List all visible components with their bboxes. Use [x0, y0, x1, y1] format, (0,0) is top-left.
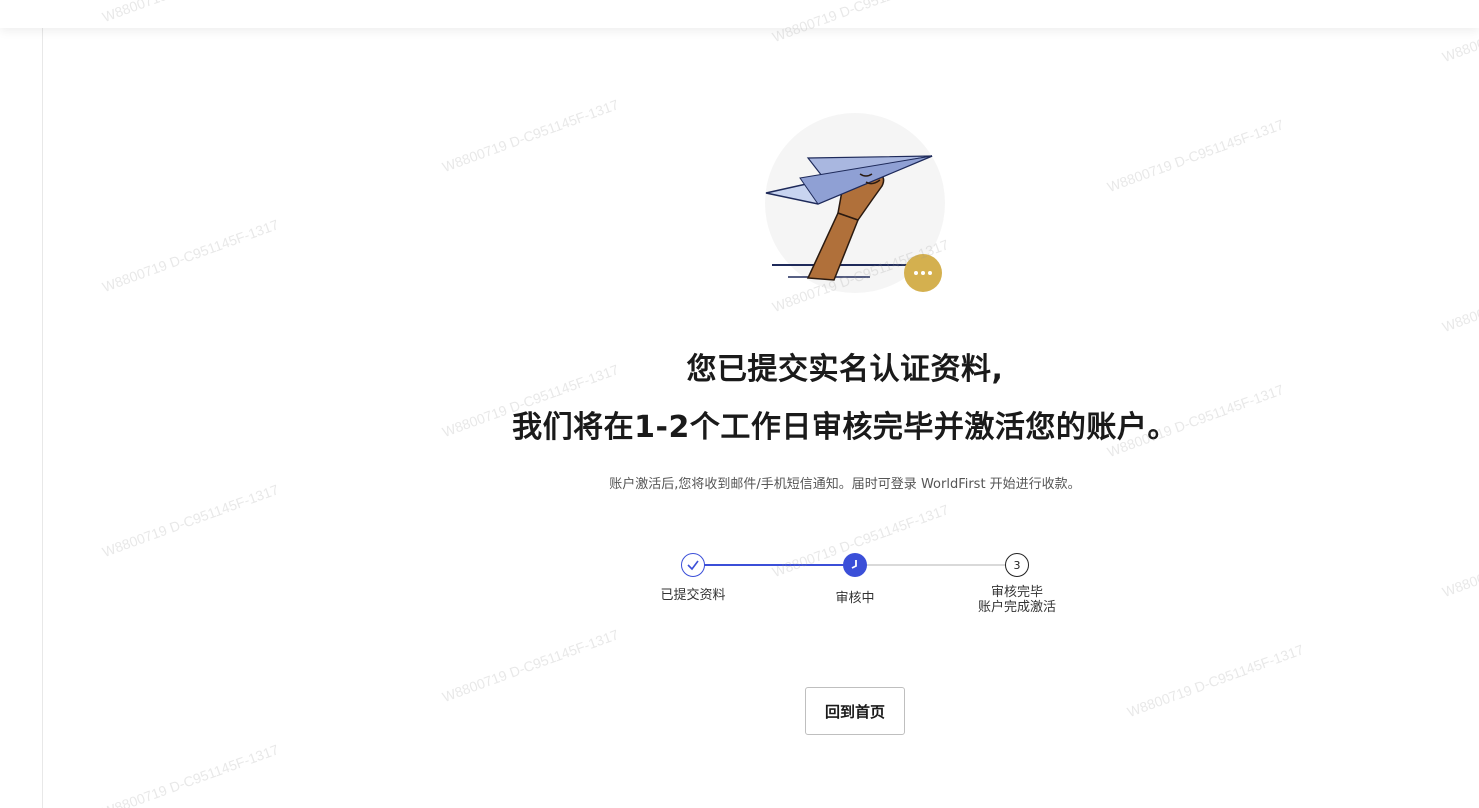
watermark-text: W8800719 D-C951145F-1317 [440, 96, 621, 176]
page-title-line-2: 我们将在1-2个工作日审核完毕并激活您的账户。 [512, 410, 1178, 445]
watermark-text: W8800719 D-C951145F-1317 [440, 626, 621, 706]
step-2-label: 审核中 [835, 591, 875, 606]
step-1-label: 已提交资料 [660, 588, 726, 603]
watermark-text: W8800719 D-C951145F-1317 [1105, 116, 1286, 196]
top-header-bar [0, 0, 1479, 28]
step-3-label-line-1: 审核完毕 [990, 585, 1043, 600]
step-3-label-line-2: 账户完成激活 [977, 600, 1056, 615]
watermark-text: W8800719 D-C951145F-1317 [1125, 641, 1306, 721]
page-title-line-1: 您已提交实名认证资料, [686, 352, 1004, 387]
step-3-number: 3 [1005, 553, 1029, 577]
stepper-connector-pending [854, 564, 1016, 566]
step-3-label: 审核完毕 账户完成激活 [947, 585, 1087, 615]
step-1-check-icon [681, 553, 705, 577]
notification-subtext: 账户激活后,您将收到邮件/手机短信通知。届时可登录 WorldFirst 开始进… [609, 477, 1081, 492]
more-dots-icon [904, 254, 942, 292]
stepper-connector-done [693, 564, 853, 566]
watermark-text: W8800719 D-C951145F-1317 [100, 481, 281, 561]
left-sidebar-border [42, 28, 43, 808]
step-2-clock-icon [843, 553, 867, 577]
paper-plane-hand-illustration [760, 108, 950, 298]
watermark-text: W8800719 D-C951145F-1317 [1440, 256, 1479, 336]
watermark-text: W8800719 D-C951145F-1317 [100, 741, 281, 808]
watermark-text: W8800719 D-C951145F-1317 [1440, 521, 1479, 601]
back-to-home-button[interactable]: 回到首页 [805, 687, 905, 735]
watermark-text: W8800719 D-C951145F-1317 [100, 216, 281, 296]
progress-stepper: 3 已提交资料 审核中 审核完毕 账户完成激活 [600, 545, 1120, 625]
